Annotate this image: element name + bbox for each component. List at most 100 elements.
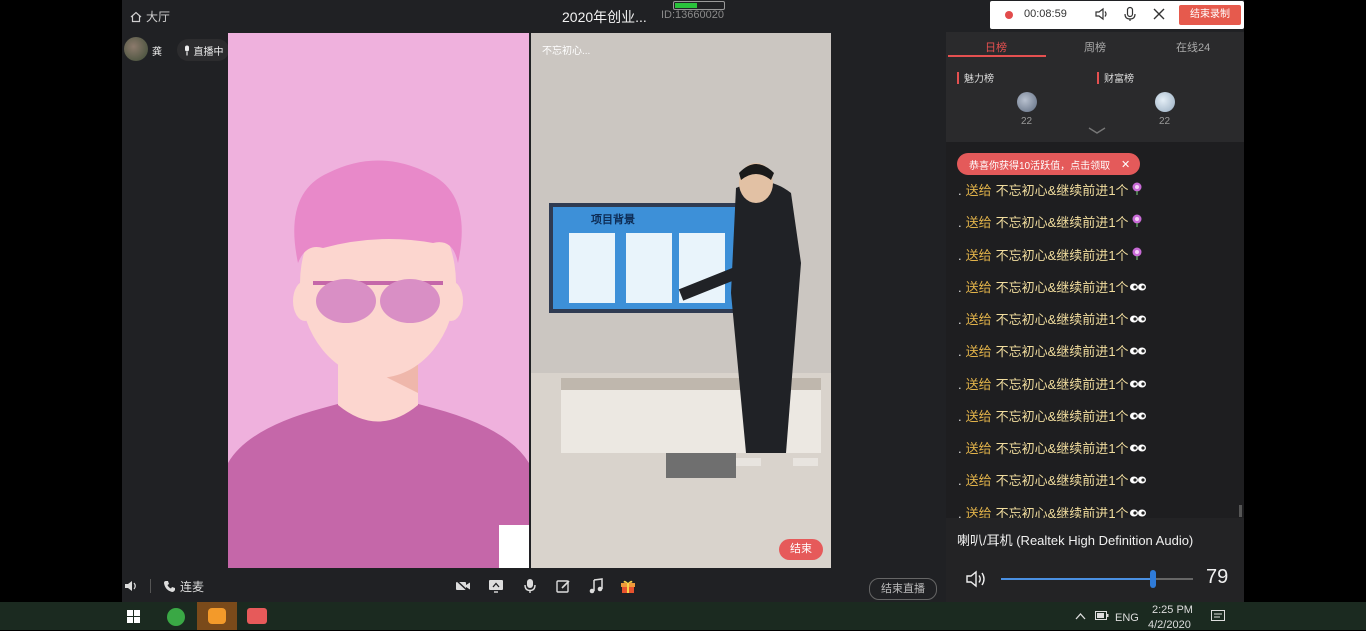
speaker-icon[interactable] bbox=[965, 570, 987, 593]
flower-gift-icon bbox=[1129, 182, 1145, 198]
edit-icon[interactable] bbox=[556, 579, 571, 597]
record-dot-icon bbox=[1005, 11, 1013, 19]
room-id: ID:13660020 bbox=[661, 9, 724, 21]
browser-app-icon[interactable] bbox=[167, 608, 185, 626]
chevron-up-icon[interactable] bbox=[1075, 611, 1086, 623]
lobby-link[interactable]: 大厅 bbox=[130, 8, 170, 25]
chat-user-name: 不忘初心&继续前进 bbox=[995, 473, 1109, 488]
language-indicator[interactable]: ENG bbox=[1115, 612, 1139, 624]
charm-top-count: 22 bbox=[1021, 116, 1033, 127]
home-icon bbox=[130, 11, 142, 22]
microphone-icon[interactable] bbox=[1122, 6, 1138, 25]
notification-icon[interactable] bbox=[1211, 610, 1225, 626]
battery-icon[interactable] bbox=[1095, 611, 1109, 623]
chat-send-label: 送给 bbox=[965, 473, 992, 488]
microphone-icon[interactable] bbox=[523, 578, 537, 597]
chat-send-label: 送给 bbox=[965, 344, 992, 359]
eyes-gift-icon bbox=[1129, 344, 1147, 359]
chat-prefix: . bbox=[958, 377, 962, 392]
guest-name-label: 不忘初心... bbox=[542, 46, 591, 57]
chat-prefix: . bbox=[958, 409, 962, 424]
host-video-avatar bbox=[228, 33, 529, 568]
wealth-top-avatar[interactable] bbox=[1155, 92, 1175, 112]
end-record-button[interactable]: 结束录制 bbox=[1179, 5, 1241, 25]
taskbar-active-app[interactable] bbox=[197, 602, 237, 630]
chat-message: . 送给 不忘初心&继续前进1个 bbox=[958, 341, 1147, 360]
record-timer: 00:08:59 bbox=[1024, 8, 1067, 20]
chat-message: . 送给 不忘初心&继续前进1个 bbox=[958, 180, 1145, 199]
chat-prefix: . bbox=[958, 344, 962, 359]
volume-fill bbox=[1001, 578, 1153, 580]
music-icon[interactable] bbox=[588, 578, 604, 597]
live-status-label: 直播中 bbox=[193, 46, 224, 58]
tab-online[interactable]: 在线24 bbox=[1176, 39, 1210, 55]
chevron-down-icon[interactable] bbox=[1088, 126, 1106, 138]
clock-date[interactable]: 4/2/2020 bbox=[1148, 619, 1191, 631]
host-avatar[interactable] bbox=[124, 37, 148, 61]
chat-prefix: . bbox=[958, 248, 962, 263]
end-call-button[interactable]: 结束 bbox=[779, 539, 823, 560]
chat-message: . 送给 不忘初心&继续前进1个 bbox=[958, 406, 1147, 425]
eyes-gift-icon bbox=[1129, 377, 1147, 392]
chat-message: . 送给 不忘初心&继续前进1个 bbox=[958, 277, 1147, 296]
volume-slider-thumb[interactable] bbox=[1150, 570, 1156, 588]
chat-prefix: . bbox=[958, 312, 962, 327]
screen-share-icon[interactable] bbox=[488, 579, 504, 596]
reward-popup-text: 恭喜你获得10活跃值，点击领取 bbox=[969, 160, 1111, 172]
connect-mic-button[interactable]: 连麦 bbox=[163, 578, 204, 595]
room-title: 2020年创业... bbox=[562, 9, 647, 25]
chat-gift-count: 1个 bbox=[1108, 312, 1129, 327]
volume-icon[interactable] bbox=[123, 578, 139, 597]
chat-prefix: . bbox=[958, 280, 962, 295]
charm-top-avatar[interactable] bbox=[1017, 92, 1037, 112]
tab-weekly[interactable]: 周榜 bbox=[1084, 39, 1106, 55]
chat-message: . 送给 不忘初心&继续前进1个 bbox=[958, 212, 1145, 231]
chat-gift-count: 1个 bbox=[1108, 248, 1129, 263]
chat-send-label: 送给 bbox=[965, 377, 992, 392]
chat-user-name: 不忘初心&继续前进 bbox=[995, 409, 1109, 424]
start-icon[interactable] bbox=[127, 610, 140, 628]
chat-gift-count: 1个 bbox=[1108, 344, 1129, 359]
avatar-illustration bbox=[228, 33, 529, 568]
chat-gift-count: 1个 bbox=[1108, 441, 1129, 456]
chat-gift-count: 1个 bbox=[1108, 280, 1129, 295]
chat-prefix: . bbox=[958, 441, 962, 456]
wealth-board-title: 财富榜 bbox=[1104, 74, 1134, 85]
charm-board-title: 魅力榜 bbox=[964, 74, 994, 85]
chat-prefix: . bbox=[958, 183, 962, 198]
chat-scrollbar[interactable] bbox=[1239, 505, 1242, 517]
chat-send-label: 送给 bbox=[965, 215, 992, 230]
chat-message: . 送给 不忘初心&继续前进1个 bbox=[958, 374, 1147, 393]
flower-gift-icon bbox=[1129, 214, 1145, 230]
connect-mic-label: 连麦 bbox=[180, 580, 205, 594]
chat-send-label: 送给 bbox=[965, 183, 992, 198]
end-live-button[interactable]: 结束直播 bbox=[869, 578, 937, 600]
reward-popup[interactable]: 恭喜你获得10活跃值，点击领取 bbox=[957, 153, 1140, 175]
audio-device-name: 喇叭/耳机 (Realtek High Definition Audio) bbox=[957, 533, 1194, 548]
chat-user-name: 不忘初心&继续前进 bbox=[995, 248, 1109, 263]
gift-icon[interactable] bbox=[620, 578, 636, 597]
chat-user-name: 不忘初心&继续前进 bbox=[995, 377, 1109, 392]
eyes-gift-icon bbox=[1129, 473, 1147, 488]
chat-send-label: 送给 bbox=[965, 280, 992, 295]
guest-video: 项目背景 bbox=[531, 33, 831, 568]
clock-time[interactable]: 2:25 PM bbox=[1152, 604, 1193, 616]
divider bbox=[150, 579, 151, 593]
camera-off-icon[interactable] bbox=[455, 579, 471, 596]
live-app-icon bbox=[208, 608, 226, 624]
chat-user-name: 不忘初心&继续前进 bbox=[995, 312, 1109, 327]
chat-send-label: 送给 bbox=[965, 441, 992, 456]
close-icon[interactable]: ✕ bbox=[1121, 158, 1130, 171]
chat-message: . 送给 不忘初心&继续前进1个 bbox=[958, 245, 1145, 264]
active-tab-indicator bbox=[948, 55, 1046, 57]
chat-gift-count: 1个 bbox=[1108, 377, 1129, 392]
chat-send-label: 送给 bbox=[965, 312, 992, 327]
speaker-icon[interactable] bbox=[1094, 6, 1110, 25]
chat-app-icon[interactable] bbox=[247, 608, 267, 624]
chat-gift-count: 1个 bbox=[1108, 215, 1129, 230]
close-icon[interactable] bbox=[1151, 6, 1167, 25]
white-block bbox=[499, 525, 529, 568]
charm-board-header: 魅力榜 bbox=[957, 70, 994, 85]
tab-daily[interactable]: 日榜 bbox=[985, 39, 1007, 55]
chat-gift-count: 1个 bbox=[1108, 473, 1129, 488]
